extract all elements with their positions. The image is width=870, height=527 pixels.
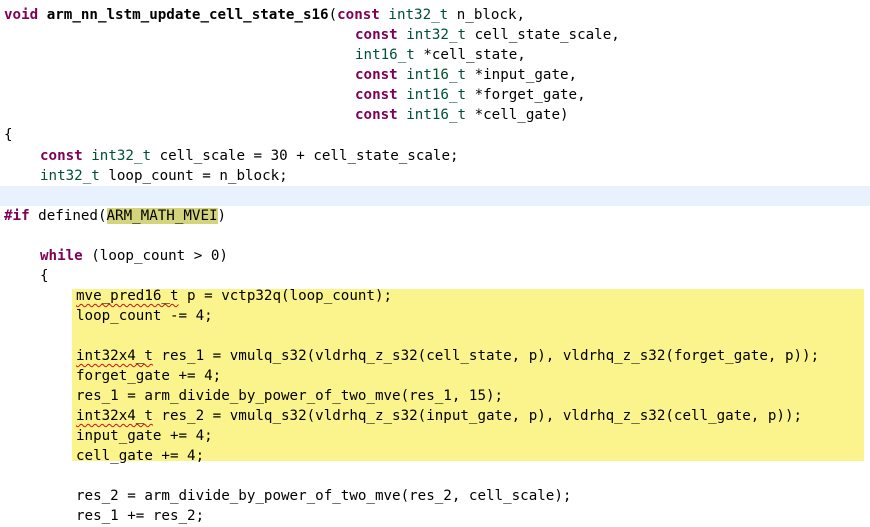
type-int32: int32_t: [91, 148, 152, 164]
statement: loop_count = n_block;: [99, 168, 288, 184]
code-line-input-inc[interactable]: input_gate += 4;: [76, 426, 213, 446]
code-line-res2-mul[interactable]: int32x4_t res_2 = vmulq_s32(vldrhq_z_s32…: [76, 406, 802, 426]
code-line-cell-scale[interactable]: const int32_t cell_scale = 30 + cell_sta…: [40, 146, 459, 166]
unresolved-type: int32x4_t: [76, 408, 153, 424]
statement: loop_count -= 4;: [76, 308, 213, 324]
code-line-preprocessor-if[interactable]: #if defined(ARM_MATH_MVEI): [4, 206, 226, 226]
code-line-param[interactable]: const int32_t cell_state_scale,: [355, 25, 620, 45]
keyword-const: const: [355, 67, 398, 83]
current-line-highlight: [0, 186, 870, 206]
keyword-void: void: [4, 7, 39, 23]
type-int16: int16_t: [406, 87, 467, 103]
statement: res_2 = arm_divide_by_power_of_two_mve(r…: [76, 488, 572, 504]
unresolved-type: mve_pred16_t: [76, 288, 179, 304]
brace-open: {: [4, 127, 13, 143]
unresolved-type: int32x4_t: [76, 348, 153, 364]
code-line-signature[interactable]: void arm_nn_lstm_update_cell_state_s16(c…: [4, 5, 525, 25]
code-line-pred[interactable]: mve_pred16_t p = vctp32q(loop_count);: [76, 286, 392, 306]
code-line-brace[interactable]: {: [40, 266, 49, 286]
statement: p = vctp32q(loop_count);: [178, 288, 393, 304]
param-name: *input_gate,: [466, 67, 578, 83]
preprocessor-if: #if: [4, 208, 30, 224]
param-name: *forget_gate,: [466, 87, 586, 103]
statement: input_gate += 4;: [76, 428, 213, 444]
preprocessor-defined: defined(: [29, 208, 107, 224]
type-int16: int16_t: [406, 107, 467, 123]
brace-open: {: [40, 268, 49, 284]
code-line-param[interactable]: int16_t *cell_state,: [355, 45, 526, 65]
keyword-const: const: [355, 27, 398, 43]
statement: forget_gate += 4;: [76, 368, 222, 384]
paren-close: ): [217, 208, 227, 224]
code-line-param[interactable]: const int16_t *cell_gate): [355, 105, 569, 125]
statement: res_1 += res_2;: [76, 508, 205, 524]
paren-open: (: [328, 7, 338, 23]
code-line-brace[interactable]: {: [4, 125, 13, 145]
statement: cell_scale = 30 + cell_state_scale;: [151, 148, 459, 164]
code-line-while[interactable]: while (loop_count > 0): [40, 246, 228, 266]
code-line-res2-div[interactable]: res_2 = arm_divide_by_power_of_two_mve(r…: [76, 486, 571, 506]
while-condition: (loop_count > 0): [82, 248, 228, 264]
code-line-loop-count[interactable]: int32_t loop_count = n_block;: [40, 166, 288, 186]
keyword-const: const: [355, 107, 398, 123]
param-name: *cell_state,: [414, 47, 526, 63]
macro-name: ARM_MATH_MVEI: [106, 208, 218, 224]
statement: cell_gate += 4;: [76, 448, 205, 464]
keyword-const: const: [337, 7, 380, 23]
param-name: n_block,: [448, 7, 526, 23]
code-editor[interactable]: void arm_nn_lstm_update_cell_state_s16(c…: [0, 0, 870, 527]
type-int32: int32_t: [40, 168, 100, 184]
code-line-param[interactable]: const int16_t *forget_gate,: [355, 85, 586, 105]
type-int32: int32_t: [406, 27, 467, 43]
keyword-const: const: [40, 148, 83, 164]
statement: res_1 = arm_divide_by_power_of_two_mve(r…: [76, 388, 504, 404]
code-line-res-add[interactable]: res_1 += res_2;: [76, 506, 204, 526]
param-name: cell_state_scale,: [466, 27, 620, 43]
code-line-cell-inc[interactable]: cell_gate += 4;: [76, 446, 204, 466]
type-int32: int32_t: [388, 7, 449, 23]
statement: res_2 = vmulq_s32(vldrhq_z_s32(input_gat…: [152, 408, 803, 424]
code-line-res1-div[interactable]: res_1 = arm_divide_by_power_of_two_mve(r…: [76, 386, 503, 406]
code-line-res1-mul[interactable]: int32x4_t res_1 = vmulq_s32(vldrhq_z_s32…: [76, 346, 819, 366]
type-int16: int16_t: [355, 47, 415, 63]
param-name: *cell_gate): [466, 107, 569, 123]
code-line-param[interactable]: const int16_t *input_gate,: [355, 65, 577, 85]
code-line-forget-inc[interactable]: forget_gate += 4;: [76, 366, 221, 386]
type-int16: int16_t: [406, 67, 467, 83]
statement: res_1 = vmulq_s32(vldrhq_z_s32(cell_stat…: [152, 348, 820, 364]
function-name: arm_nn_lstm_update_cell_state_s16: [46, 7, 329, 23]
keyword-const: const: [355, 87, 398, 103]
keyword-while: while: [40, 248, 83, 264]
code-line-decrement[interactable]: loop_count -= 4;: [76, 306, 213, 326]
